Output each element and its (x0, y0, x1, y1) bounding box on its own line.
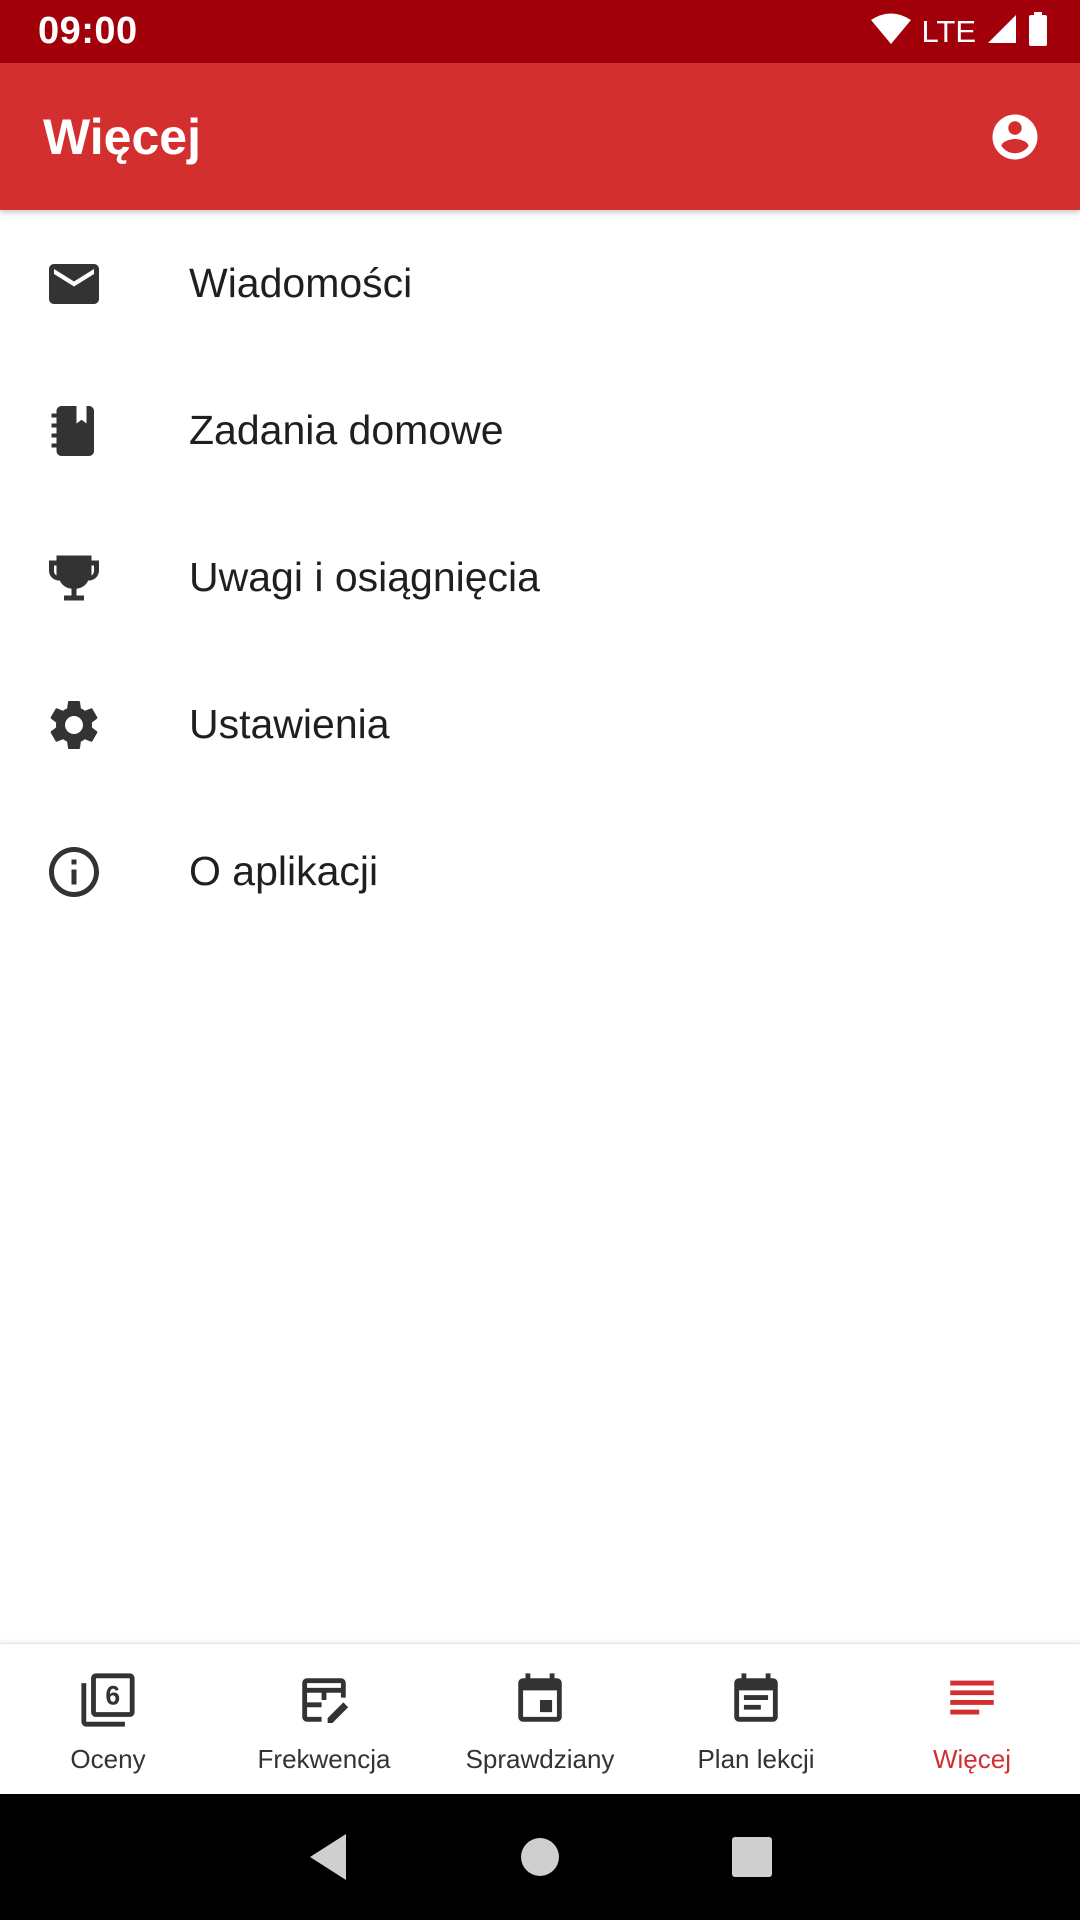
status-time: 09:00 (38, 10, 138, 52)
nav-item-attendance[interactable]: Frekwencja (216, 1644, 432, 1794)
network-type: LTE (921, 13, 976, 49)
system-navigation-bar (0, 1794, 1080, 1920)
nav-item-tests[interactable]: Sprawdziany (432, 1644, 648, 1794)
recents-square-icon (732, 1837, 772, 1877)
grades-icon: 6 (78, 1670, 138, 1730)
menu-item-messages[interactable]: Wiadomości (0, 210, 1080, 357)
signal-icon (986, 13, 1018, 50)
back-triangle-icon (310, 1834, 346, 1880)
trophy-icon (0, 504, 147, 651)
calendar-icon (510, 1670, 570, 1730)
menu-item-about[interactable]: O aplikacji (0, 798, 1080, 945)
more-menu-icon (942, 1670, 1002, 1730)
menu-item-label: Ustawienia (189, 701, 390, 747)
app-bar: Więcej (0, 63, 1080, 210)
recents-button[interactable] (712, 1817, 792, 1897)
home-button[interactable] (500, 1817, 580, 1897)
nav-item-label: Więcej (932, 1744, 1011, 1774)
homework-notebook-icon (0, 357, 147, 504)
svg-text:6: 6 (105, 1680, 120, 1710)
nav-item-label: Frekwencja (257, 1744, 391, 1774)
battery-icon (1028, 12, 1048, 51)
nav-item-label: Sprawdziany (465, 1744, 615, 1774)
menu-item-notes-achievements[interactable]: Uwagi i osiągnięcia (0, 504, 1080, 651)
status-bar: 09:00 LTE (0, 0, 1080, 63)
account-button[interactable] (986, 108, 1044, 166)
account-circle-icon (992, 114, 1038, 159)
timetable-icon (726, 1670, 786, 1730)
menu-item-settings[interactable]: Ustawienia (0, 651, 1080, 798)
mail-icon (0, 210, 147, 357)
info-icon (0, 798, 147, 945)
status-icons: LTE (871, 12, 1048, 51)
nav-item-grades[interactable]: 6 Oceny (0, 1644, 216, 1794)
menu-item-label: Zadania domowe (189, 407, 504, 453)
menu-item-label: Uwagi i osiągnięcia (189, 554, 540, 600)
page-title: Więcej (43, 108, 201, 165)
nav-item-more[interactable]: Więcej (864, 1644, 1080, 1794)
more-menu-list: Wiadomości Zadania domowe Uwagi i osiągn… (0, 210, 1080, 945)
bottom-navigation: 6 Oceny Frekwencja Sprawdziany Plan lekc… (0, 1643, 1080, 1794)
wifi-icon (871, 13, 912, 50)
nav-item-timetable[interactable]: Plan lekcji (648, 1644, 864, 1794)
nav-item-label: Plan lekcji (697, 1744, 815, 1774)
home-circle-icon (521, 1838, 559, 1876)
menu-item-label: O aplikacji (189, 848, 379, 894)
gear-icon (0, 651, 147, 798)
nav-item-label: Oceny (70, 1744, 146, 1774)
back-button[interactable] (288, 1817, 368, 1897)
menu-item-label: Wiadomości (189, 260, 413, 306)
menu-item-homework[interactable]: Zadania domowe (0, 357, 1080, 504)
attendance-icon (294, 1670, 354, 1730)
